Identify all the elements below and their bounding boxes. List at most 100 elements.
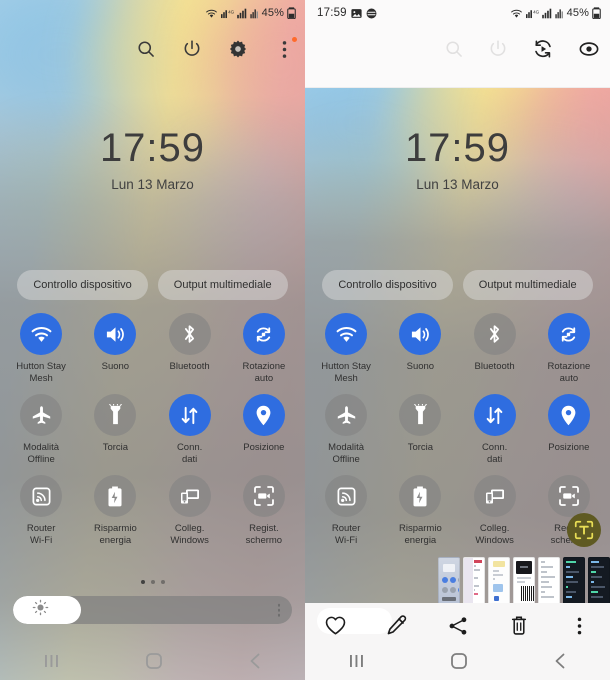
toggle-label: Hutton Stay Mesh <box>16 361 66 384</box>
battery-percent-label: 45% <box>566 7 589 19</box>
toggle-label: Rotazione auto <box>242 361 286 384</box>
toggle-airplane-mode[interactable]: Modalità Offline <box>8 394 74 465</box>
toggle-flashlight[interactable]: Torcia <box>82 394 148 465</box>
thumbnail-item[interactable] <box>588 557 610 603</box>
battery-charging-icon <box>592 7 601 20</box>
airplane-icon <box>20 394 63 436</box>
thumbnail-item[interactable] <box>488 557 510 603</box>
right-panel-screenshot-captured: 17:59 4G 45% 17:59 Lun 13 Marzo Controll… <box>305 0 610 680</box>
back-icon[interactable] <box>551 651 569 676</box>
svg-text:4G: 4G <box>228 9 234 14</box>
device-control-button[interactable]: Controllo dispositivo <box>17 270 148 300</box>
toggle-wifi[interactable]: Hutton Stay Mesh <box>313 313 379 384</box>
favorite-icon[interactable] <box>321 611 351 641</box>
toggle-label: Suono <box>406 361 435 372</box>
home-icon[interactable] <box>144 651 164 676</box>
toggle-screen-recorder[interactable]: Regist. schermo <box>231 475 297 546</box>
toggle-sound[interactable]: Suono <box>387 313 453 384</box>
delete-trash-icon[interactable] <box>504 611 534 641</box>
toggle-auto-rotate[interactable]: Rotazione auto <box>231 313 297 384</box>
back-icon[interactable] <box>246 651 264 676</box>
text-extract-icon[interactable] <box>567 513 601 547</box>
toggle-label: Regist. schermo <box>245 523 283 546</box>
toggle-wifi-hotspot[interactable]: Router Wi-Fi <box>8 475 74 546</box>
toggle-auto-rotate[interactable]: Rotazione auto <box>536 313 602 384</box>
brightness-slider[interactable] <box>13 596 292 624</box>
mobile-data-icon <box>168 394 211 436</box>
edit-pencil-icon[interactable] <box>382 611 412 641</box>
toggle-flashlight[interactable]: Torcia <box>387 394 453 465</box>
toggle-label: Bluetooth <box>169 361 210 372</box>
signal-data-icon: 4G <box>220 8 234 19</box>
page-dot[interactable] <box>140 580 145 584</box>
page-dot[interactable] <box>160 580 165 584</box>
share-icon[interactable] <box>443 611 473 641</box>
thumbnail-item[interactable] <box>513 557 535 603</box>
toggle-wifi-hotspot[interactable]: Router Wi-Fi <box>313 475 379 546</box>
thumbnail-item[interactable] <box>463 557 485 603</box>
clock-date: Lun 13 Marzo <box>416 177 499 192</box>
toggle-link-to-windows[interactable]: Colleg. Windows <box>157 475 223 546</box>
power-icon[interactable] <box>181 38 203 60</box>
power-saving-icon <box>399 475 442 517</box>
toggle-row-2: Modalità Offline Torcia Conn. dati Posiz… <box>305 394 610 465</box>
toggle-link-to-windows[interactable]: Colleg. Windows <box>462 475 528 546</box>
screen-record-icon <box>242 475 285 517</box>
location-pin-icon <box>242 394 285 436</box>
link-to-windows-icon <box>168 475 211 517</box>
wifi-icon <box>20 313 63 355</box>
thumbnail-item[interactable] <box>563 557 585 603</box>
media-output-button[interactable]: Output multimediale <box>157 270 288 300</box>
eye-preview-icon[interactable] <box>578 38 600 65</box>
toggle-location[interactable]: Posizione <box>536 394 602 465</box>
location-pin-icon <box>547 394 590 436</box>
toggle-row-2: Modalità Offline Torcia Conn. dati Posiz… <box>0 394 305 465</box>
screenshot-thumbnail-strip[interactable] <box>438 557 610 603</box>
media-output-button[interactable]: Output multimediale <box>462 270 593 300</box>
home-icon[interactable] <box>449 651 469 676</box>
toggle-bluetooth[interactable]: Bluetooth <box>157 313 223 384</box>
app-circle-icon <box>366 8 377 19</box>
toggle-label: Rotazione auto <box>547 361 591 384</box>
toggle-location[interactable]: Posizione <box>231 394 297 465</box>
toggle-airplane-mode[interactable]: Modalità Offline <box>313 394 379 465</box>
toggle-sound[interactable]: Suono <box>82 313 148 384</box>
clock-widget[interactable]: 17:59 Lun 13 Marzo <box>0 128 305 192</box>
toggle-bluetooth[interactable]: Bluetooth <box>462 313 528 384</box>
signal-bars-icon <box>541 8 552 19</box>
scroll-capture-icon[interactable] <box>532 38 554 65</box>
toggle-label: Conn. dati <box>481 442 508 465</box>
toggle-label: Colleg. Windows <box>170 523 209 546</box>
flashlight-icon <box>399 394 442 436</box>
power-saving-icon <box>94 475 137 517</box>
wifi-icon <box>325 313 368 355</box>
more-options-icon[interactable] <box>273 37 297 60</box>
thumbnail-item[interactable] <box>538 557 560 603</box>
signal-alt-icon <box>250 8 259 19</box>
svg-text:4G: 4G <box>533 9 539 14</box>
toggle-power-saving[interactable]: Risparmio energia <box>82 475 148 546</box>
screenshot-header-actions <box>444 38 600 65</box>
gear-icon[interactable] <box>227 38 249 60</box>
toggle-mobile-data[interactable]: Conn. dati <box>157 394 223 465</box>
quick-access-pills: Controllo dispositivo Output multimedial… <box>305 270 610 300</box>
thumbnail-item[interactable] <box>438 557 460 603</box>
clock-widget[interactable]: 17:59 Lun 13 Marzo <box>305 128 610 192</box>
brightness-more-options-icon[interactable] <box>277 603 280 617</box>
quick-settings-header-actions <box>135 37 297 60</box>
toggle-mobile-data[interactable]: Conn. dati <box>462 394 528 465</box>
signal-alt-icon <box>555 8 564 19</box>
toggle-power-saving[interactable]: Risparmio energia <box>387 475 453 546</box>
auto-rotate-icon <box>547 313 590 355</box>
bluetooth-icon <box>168 313 211 355</box>
recents-icon[interactable] <box>346 652 368 675</box>
link-to-windows-icon <box>473 475 516 517</box>
search-icon[interactable] <box>135 38 157 60</box>
wifi-icon <box>205 8 218 19</box>
toggle-wifi[interactable]: Hutton Stay Mesh <box>8 313 74 384</box>
more-options-icon[interactable] <box>565 611 595 641</box>
device-control-button[interactable]: Controllo dispositivo <box>322 270 453 300</box>
hotspot-icon <box>325 475 368 517</box>
recents-icon[interactable] <box>41 652 63 675</box>
page-dot[interactable] <box>150 580 155 584</box>
